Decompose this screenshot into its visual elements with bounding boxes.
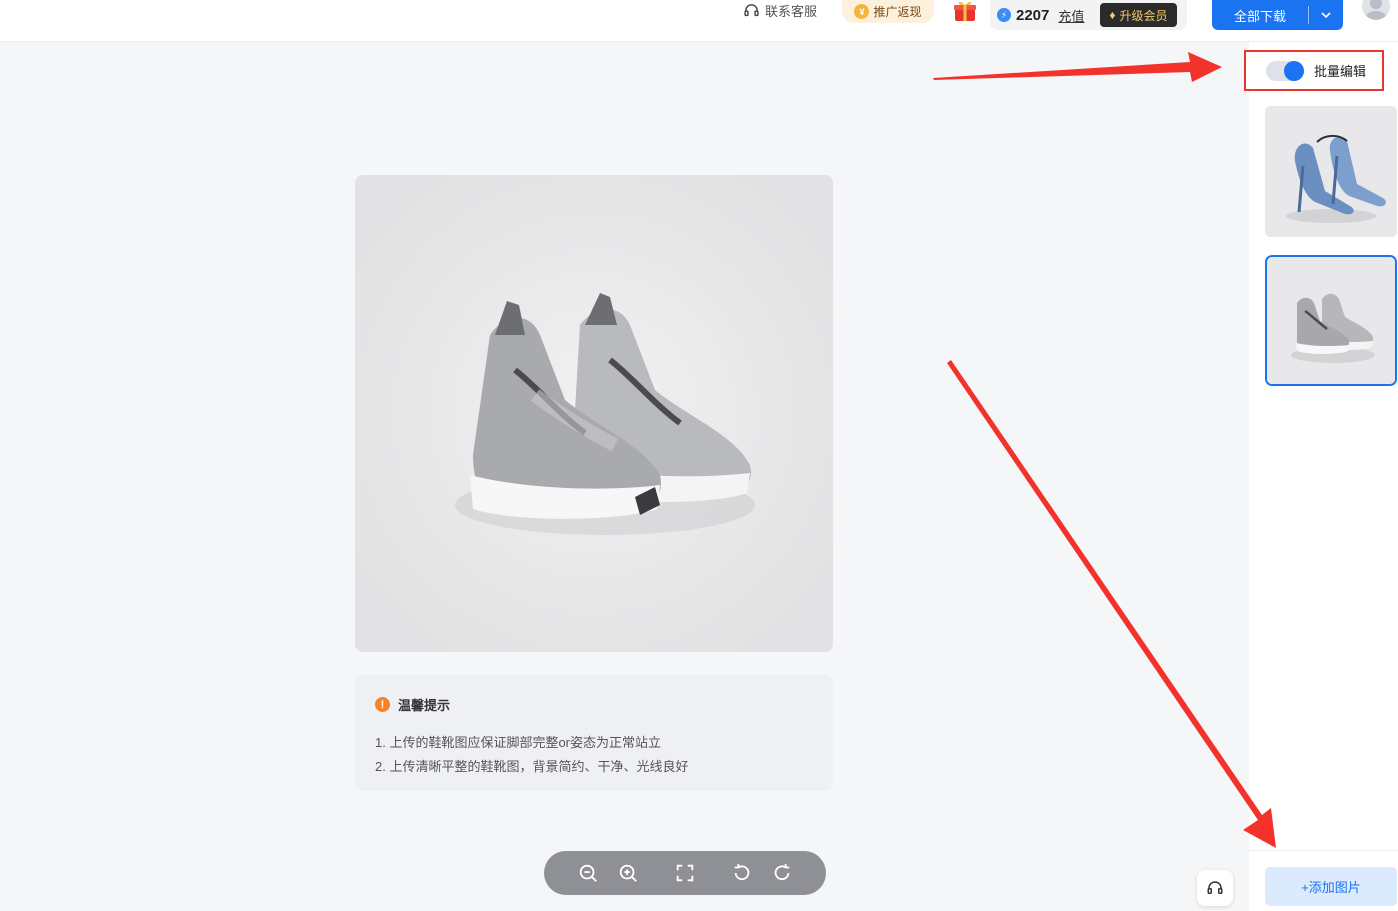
avatar[interactable] bbox=[1362, 0, 1390, 20]
headset-icon bbox=[744, 3, 759, 16]
zoom-out-icon[interactable] bbox=[576, 861, 600, 885]
add-image-button[interactable]: +添加图片 bbox=[1265, 867, 1397, 906]
thumbnail-heels[interactable] bbox=[1265, 106, 1397, 237]
batch-edit-switch[interactable] bbox=[1266, 60, 1304, 81]
download-all-label: 全部下载 bbox=[1233, 8, 1286, 24]
batch-edit-toggle[interactable]: 批量编辑 bbox=[1244, 50, 1384, 91]
switch-knob bbox=[1284, 60, 1304, 81]
credits-panel: ⚡ 2207 充值 ♦ 升级会员 bbox=[990, 0, 1187, 30]
tip-item: 2. 上传清晰平整的鞋靴图，背景简约、干净、光线良好 bbox=[375, 759, 689, 774]
vip-label: 升级会员 bbox=[1119, 8, 1168, 23]
main-preview-image bbox=[355, 175, 833, 652]
promo-label: 推广返现 bbox=[873, 5, 922, 19]
tips-title: 温馨提示 bbox=[398, 698, 451, 713]
customer-service-label: 联系客服 bbox=[765, 3, 818, 19]
fit-screen-icon[interactable] bbox=[673, 861, 697, 885]
sneaker-pair-image bbox=[355, 175, 833, 652]
batch-edit-label: 批量编辑 bbox=[1314, 64, 1367, 79]
diamond-icon: ♦ bbox=[1109, 8, 1116, 22]
tips-list: 1. 上传的鞋靴图应保证脚部完整or姿态为正常站立 2. 上传清晰平整的鞋靴图，… bbox=[375, 731, 833, 779]
rotate-left-icon[interactable] bbox=[730, 861, 754, 885]
tip-item: 1. 上传的鞋靴图应保证脚部完整or姿态为正常站立 bbox=[375, 735, 662, 750]
annotation-arrow-to-toggle bbox=[933, 52, 1222, 82]
rotate-right-icon[interactable] bbox=[770, 861, 794, 885]
upgrade-vip-button[interactable]: ♦ 升级会员 bbox=[1100, 3, 1177, 27]
thumbnail-sneakers-selected[interactable] bbox=[1265, 255, 1397, 386]
top-header: 联系客服 ¥ 推广返现 ⚡ 2207 充值 ♦ 升级会员 全部下载 bbox=[0, 0, 1398, 42]
annotation-arrow-to-add bbox=[947, 360, 1276, 848]
lightning-icon: ⚡ bbox=[997, 8, 1011, 22]
warning-icon: ! bbox=[375, 697, 390, 712]
tips-panel: ! 温馨提示 1. 上传的鞋靴图应保证脚部完整or姿态为正常站立 2. 上传清晰… bbox=[355, 675, 833, 791]
zoom-in-icon[interactable] bbox=[616, 861, 640, 885]
customer-service-link[interactable]: 联系客服 bbox=[743, 0, 817, 20]
chevron-down-icon[interactable] bbox=[1309, 9, 1343, 21]
credits-count: 2207 bbox=[1016, 6, 1050, 24]
floating-support-button[interactable] bbox=[1197, 870, 1233, 906]
promo-cashback-button[interactable]: ¥ 推广返现 bbox=[842, 0, 934, 23]
tips-heading: ! 温馨提示 bbox=[375, 695, 833, 714]
recharge-link[interactable]: 充值 bbox=[1058, 6, 1084, 25]
headset-icon bbox=[1207, 881, 1223, 894]
image-toolbar bbox=[544, 851, 826, 895]
download-all-button[interactable]: 全部下载 bbox=[1212, 0, 1343, 30]
coin-icon: ¥ bbox=[854, 4, 870, 19]
gift-icon[interactable] bbox=[952, 0, 978, 22]
